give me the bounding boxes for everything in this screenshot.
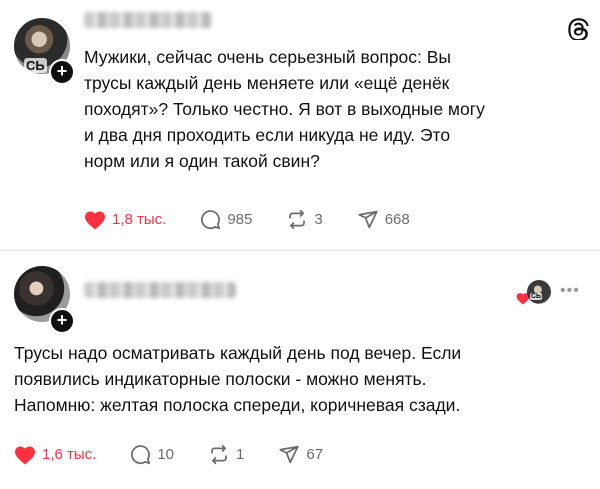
post-actions: 1,6 тыс. 10 1 67 <box>14 444 357 465</box>
heart-icon <box>15 446 35 465</box>
share-button[interactable]: 668 <box>357 209 410 230</box>
ellipsis-icon[interactable]: ••• <box>560 282 580 300</box>
repost-button[interactable]: 3 <box>286 209 323 230</box>
post-reply: + СЬ ••• Трусы надо осматривать каждый д… <box>0 252 600 489</box>
username-blurred[interactable] <box>84 12 212 28</box>
repost-count: 1 <box>236 446 245 463</box>
like-count: 1,8 тыс. <box>112 211 167 228</box>
username-blurred[interactable] <box>84 282 236 298</box>
avatar-badge: СЬ <box>24 58 47 73</box>
share-button[interactable]: 67 <box>278 444 323 465</box>
speech-bubble-icon <box>131 445 151 465</box>
follow-plus-icon[interactable]: + <box>49 59 75 85</box>
repost-arrows-icon <box>289 209 306 230</box>
reply-button[interactable]: 985 <box>200 209 252 230</box>
post-text: Мужики, сейчас очень серьезный вопрос: В… <box>84 47 485 171</box>
reply-count: 985 <box>227 211 253 228</box>
repost-button[interactable]: 1 <box>208 444 244 465</box>
paper-plane-icon <box>279 445 299 464</box>
heart-icon <box>85 211 105 230</box>
like-button[interactable]: 1,8 тыс. <box>84 210 166 230</box>
divider <box>0 250 600 251</box>
repost-arrows-icon <box>211 444 227 465</box>
threads-logo-icon[interactable] <box>568 18 590 40</box>
reply-button[interactable]: 10 <box>130 444 174 465</box>
share-count: 67 <box>306 446 324 463</box>
repost-count: 3 <box>314 211 323 228</box>
paper-plane-icon <box>358 210 378 229</box>
liker-badge: СЬ <box>530 293 543 300</box>
post-text: Трусы надо осматривать каждый день под в… <box>14 343 462 415</box>
follow-plus-icon[interactable]: + <box>49 308 75 334</box>
liker-avatar[interactable]: СЬ <box>527 280 551 304</box>
share-count: 668 <box>384 211 410 228</box>
like-button[interactable]: 1,6 тыс. <box>14 445 96 465</box>
like-count: 1,6 тыс. <box>42 446 97 463</box>
post-original: СЬ + Мужики, сейчас очень серьезный вопр… <box>0 0 600 252</box>
reply-count: 10 <box>157 446 175 463</box>
speech-bubble-icon <box>201 210 221 230</box>
post-actions: 1,8 тыс. 985 3 668 <box>84 209 444 230</box>
